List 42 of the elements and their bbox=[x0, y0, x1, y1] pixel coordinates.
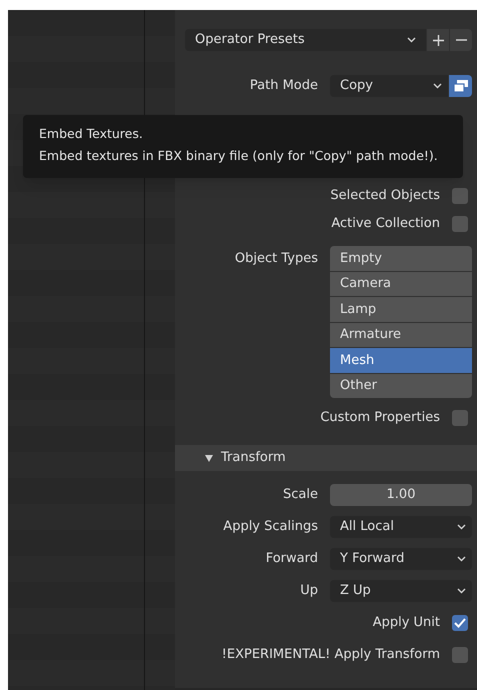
chevron-icon bbox=[407, 37, 416, 43]
checkbox[interactable] bbox=[452, 188, 468, 204]
field-label: Scale bbox=[283, 486, 318, 504]
collapse-triangle-icon bbox=[205, 454, 213, 462]
checkbox[interactable] bbox=[452, 647, 468, 663]
dropdown[interactable]: Z Up bbox=[330, 580, 472, 602]
presets-dropdown[interactable]: Operator Presets bbox=[185, 29, 426, 51]
remove-preset-button[interactable] bbox=[450, 29, 472, 51]
object-type-option[interactable]: Empty bbox=[330, 246, 472, 270]
field-label: Up bbox=[300, 582, 318, 600]
add-preset-button[interactable] bbox=[427, 29, 449, 51]
plus-icon bbox=[432, 34, 444, 46]
field-label: Path Mode bbox=[250, 77, 318, 96]
chevron-icon bbox=[457, 588, 466, 594]
dropdown[interactable]: All Local bbox=[330, 516, 472, 538]
object-type-option[interactable]: Other bbox=[330, 374, 472, 398]
dropdown[interactable]: Y Forward bbox=[330, 548, 472, 570]
checkbox-label: Custom Properties bbox=[320, 409, 440, 428]
tooltip-text: Embed Textures. bbox=[39, 125, 144, 143]
chevron-icon bbox=[457, 556, 466, 562]
field-label: Apply Scalings bbox=[223, 518, 318, 536]
tooltip-text: Embed textures in FBX binary file (only for "Copy" path mode!). bbox=[39, 146, 439, 165]
field-label: Forward bbox=[266, 550, 318, 568]
field-label: Object Types bbox=[234, 250, 318, 268]
dropdown[interactable]: Copy bbox=[330, 75, 448, 97]
section-header[interactable]: Transform bbox=[175, 445, 477, 471]
checkbox[interactable] bbox=[452, 216, 468, 232]
checkbox[interactable] bbox=[452, 615, 468, 631]
checkbox-label: Apply Unit bbox=[372, 614, 440, 632]
minus-icon bbox=[456, 39, 466, 41]
object-type-option[interactable]: Camera bbox=[330, 272, 472, 296]
object-type-option[interactable]: Armature bbox=[330, 322, 472, 347]
embed-textures-toggle[interactable] bbox=[449, 75, 472, 97]
chevron-icon bbox=[433, 83, 442, 89]
checkbox-label: Active Collection bbox=[331, 215, 440, 234]
checkbox-label: Selected Objects bbox=[330, 187, 440, 206]
object-type-option[interactable]: Lamp bbox=[330, 297, 472, 322]
chevron-icon bbox=[457, 524, 466, 530]
checkbox[interactable] bbox=[452, 410, 468, 426]
object-type-option[interactable]: Mesh bbox=[330, 348, 472, 372]
number-field[interactable]: 1.00 bbox=[330, 484, 472, 506]
checkbox-label: !EXPERIMENTAL! Apply Transform bbox=[222, 646, 440, 664]
